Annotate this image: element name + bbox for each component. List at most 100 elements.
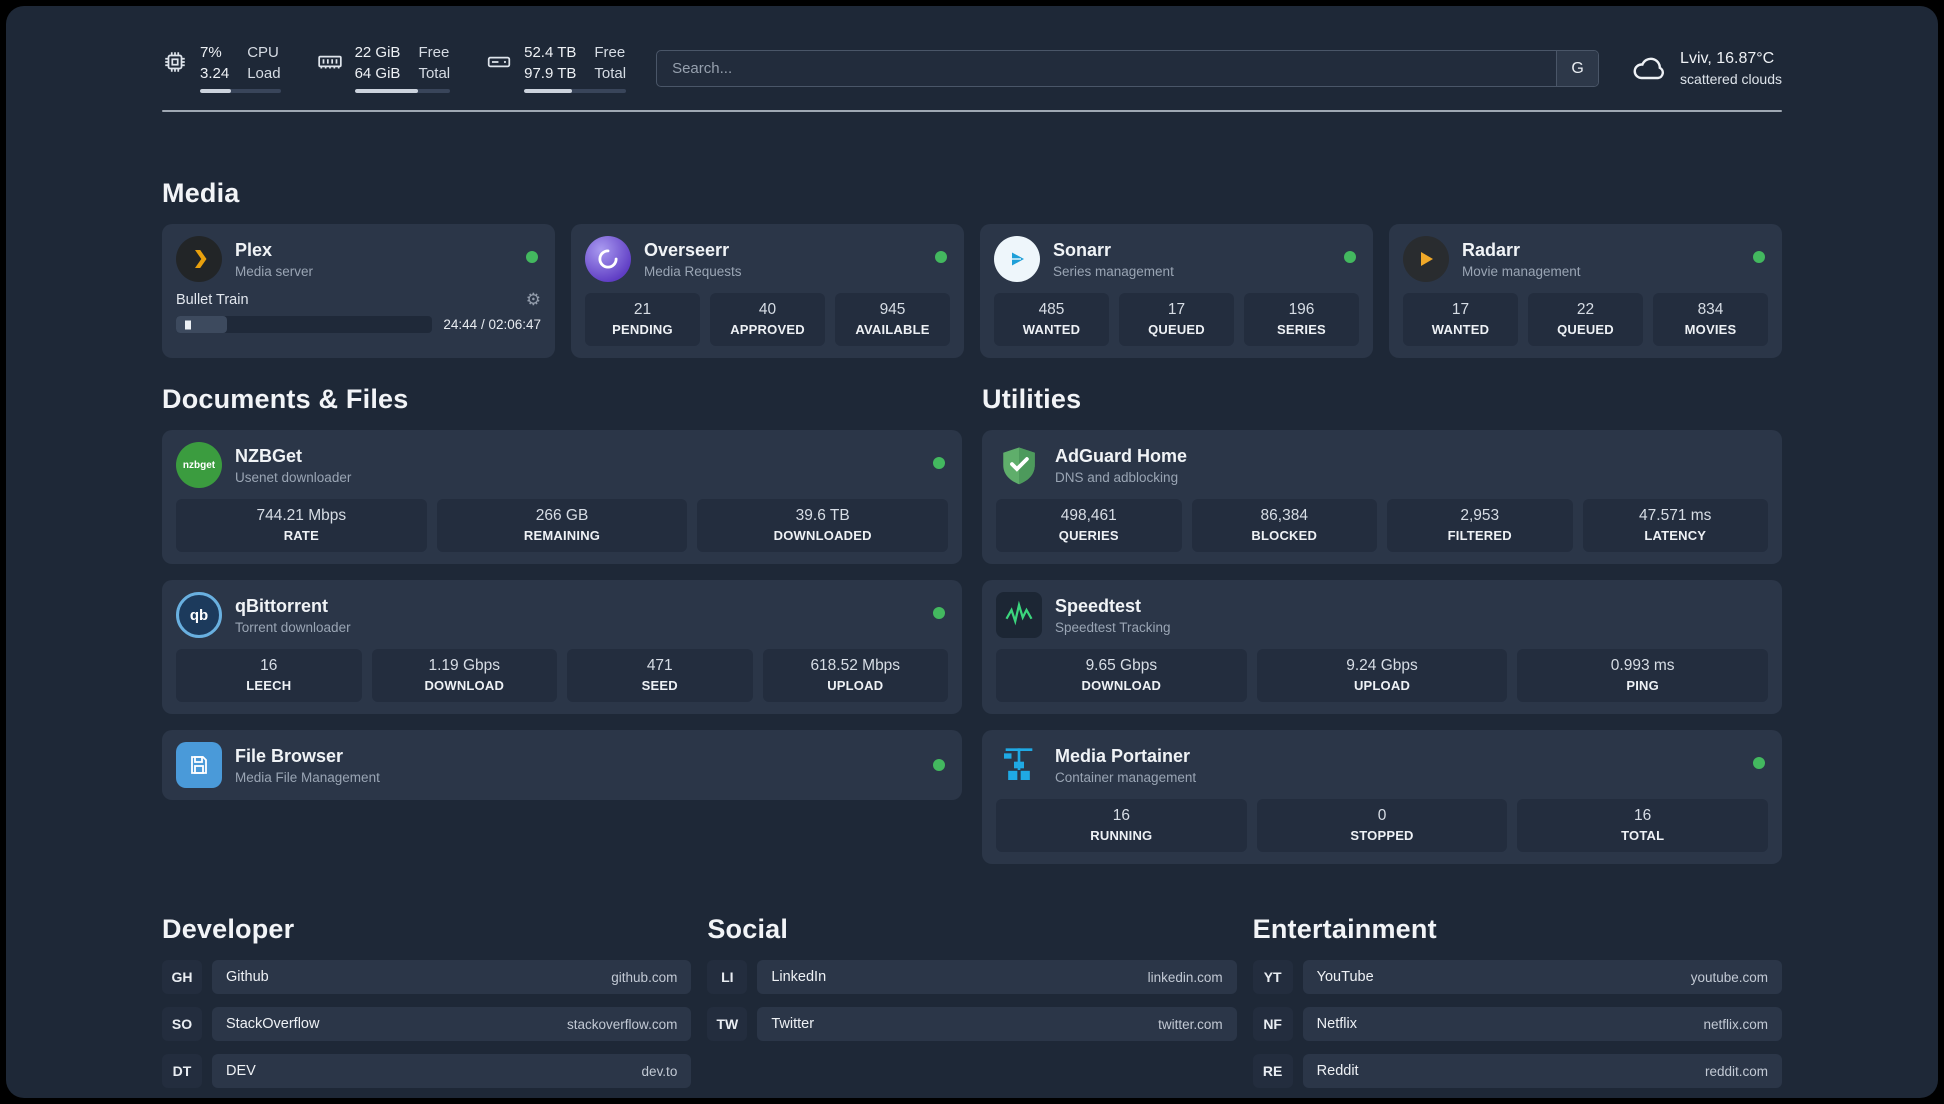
bookmark-abbr-badge: NF [1252,1007,1293,1041]
stat-tile: 39.6 TB DOWNLOADED [697,499,949,552]
stat-value: 1.19 Gbps [428,657,501,674]
section-title-entertainment: Entertainment [1252,914,1437,944]
section-title-media: Media [162,178,240,208]
stat-tile: 47.571 ms LATENCY [1582,499,1768,552]
app-card-sonarr[interactable]: Sonarr Series management 485 WANTED 17 QUEU… [980,224,1373,358]
stat-label: UPLOAD [1353,678,1411,693]
online-status-dot [526,251,538,263]
stat-tile: 618.52 Mbps UPLOAD [762,649,948,702]
app-card-overseerr[interactable]: Overseerr Media Requests 21 PENDING 40 APPR… [571,224,964,358]
bookmark-abbr-badge: GH [162,960,202,994]
disk-progress-bar [524,89,627,93]
search-engine-button[interactable]: G [1556,51,1599,86]
app-card-nzbget[interactable]: nzbget NZBGet Usenet downloader 744.21 M… [162,430,962,564]
weather-widget[interactable]: Lviv, 16.87°C scattered clouds [1631,50,1782,87]
stat-tile: 16 RUNNING [996,799,1247,852]
stat-label: MOVIES [1684,322,1737,337]
stat-tile: 498,461 QUERIES [996,499,1182,552]
bookmark-link[interactable]: StackOverflow stackoverflow.com [212,1007,692,1041]
app-card-plex[interactable]: Plex Media server Bullet Train ⚙ 24:44 /… [162,224,555,358]
bookmark-link[interactable]: YouTube youtube.com [1302,960,1782,994]
search-box: G [656,50,1600,87]
cpu-usage-value: 7% [200,44,222,61]
stat-label: REMAINING [523,528,601,543]
cpu-load-label: Load [247,65,281,82]
stat-value: 471 [646,657,673,674]
stat-tile: 834 MOVIES [1653,293,1768,346]
bookmark-link[interactable]: Twitter twitter.com [757,1007,1237,1041]
ram-free-label: Free [418,44,450,61]
stat-value: 485 [1038,301,1065,318]
bookmark-link[interactable]: Github github.com [212,960,692,994]
bookmark-row: YT YouTube youtube.com [1252,960,1782,994]
app-subtitle: Media Requests [644,263,742,279]
now-playing-widget: Bullet Train ⚙ 24:44 / 02:06:47 [176,291,541,333]
stat-tile: 0.993 ms PING [1517,649,1769,702]
stat-label: PENDING [612,322,673,337]
bookmark-url: netflix.com [1703,1016,1768,1032]
stat-label: APPROVED [730,322,805,337]
gear-icon[interactable]: ⚙ [526,291,541,308]
search-input[interactable] [657,51,1557,86]
app-card-portainer[interactable]: Media Portainer Container management 16 R… [982,730,1782,864]
app-name: Radarr [1462,239,1521,260]
top-bar: 7% 3.24 CPU Load 22 GiB 64 GiB Free Tota… [162,6,1782,93]
app-card-filebrowser[interactable]: File Browser Media File Management [162,730,962,800]
app-subtitle: Movie management [1462,263,1581,279]
bookmark-name: DEV [226,1063,256,1079]
stat-value: 0 [1377,807,1387,824]
stat-value: 266 GB [535,507,589,524]
online-status-dot [1753,757,1765,769]
stat-value: 16 [1112,807,1130,824]
stat-value: 618.52 Mbps [810,657,901,674]
bookmark-url: github.com [611,969,678,985]
stat-value: 16 [1634,807,1652,824]
stat-tile: 21 PENDING [585,293,700,346]
stat-tile: 1.19 Gbps DOWNLOAD [371,649,557,702]
ram-total-label: Total [418,65,451,82]
playback-progress-bar[interactable] [176,316,433,333]
cpu-icon [162,49,188,75]
utilities-column: Utilities AdGuard Home DNS and adblockin… [982,384,1782,864]
app-name: NZBGet [235,445,302,466]
stat-label: SERIES [1277,322,1326,337]
app-subtitle: Speedtest Tracking [1055,619,1171,635]
app-card-adguard[interactable]: AdGuard Home DNS and adblocking 498,461 Q… [982,430,1782,564]
app-subtitle: Series management [1053,263,1174,279]
stats-row: 21 PENDING 40 APPROVED 945 AVAILABLE [585,293,950,346]
topbar-divider [162,110,1782,112]
bookmark-link[interactable]: Reddit reddit.com [1302,1054,1782,1088]
bookmark-abbr-badge: DT [162,1054,202,1088]
stat-tile: 86,384 BLOCKED [1191,499,1377,552]
pause-icon[interactable] [185,320,191,329]
app-card-qbittorrent[interactable]: qb qBittorrent Torrent downloader 16 LEEC… [162,580,962,714]
app-card-speedtest[interactable]: Speedtest Speedtest Tracking 9.65 Gbps DO… [982,580,1782,714]
ram-total-value: 64 GiB [354,65,401,82]
bookmark-abbr-badge: LI [707,960,748,994]
stat-label: STOPPED [1350,828,1414,843]
stat-tile: 22 QUEUED [1528,293,1643,346]
cpu-progress-bar [200,89,281,93]
stat-label: DOWNLOAD [1081,678,1162,693]
system-metrics: 7% 3.24 CPU Load 22 GiB 64 GiB Free Tota… [162,44,627,93]
app-card-radarr[interactable]: Radarr Movie management 17 WANTED 22 QUEUED… [1389,224,1782,358]
disk-icon [486,49,512,75]
qbittorrent-icon: qb [176,592,222,638]
section-title-documents: Documents & Files [162,384,409,414]
stat-label: FILTERED [1447,528,1512,543]
bookmark-abbr-badge: TW [707,1007,748,1041]
bookmark-link[interactable]: DEV dev.to [212,1054,692,1088]
bookmark-link[interactable]: Netflix netflix.com [1302,1007,1782,1041]
app-subtitle: Torrent downloader [235,619,351,635]
stats-row: 498,461 QUERIES 86,384 BLOCKED 2,953 FILTERED… [996,499,1768,552]
stat-label: RUNNING [1090,828,1153,843]
bookmark-link[interactable]: LinkedIn linkedin.com [757,960,1237,994]
stat-tile: 16 TOTAL [1517,799,1769,852]
documents-column: Documents & Files nzbget NZBGet Usenet d… [162,384,962,864]
bookmark-url: twitter.com [1158,1016,1223,1032]
online-status-dot [933,759,945,771]
stats-row: 16 LEECH 1.19 Gbps DOWNLOAD 471 SEED 618.52 Mb… [176,649,948,702]
online-status-dot [933,607,945,619]
disk-total-value: 97.9 TB [524,65,577,82]
app-name: Media Portainer [1055,745,1191,766]
